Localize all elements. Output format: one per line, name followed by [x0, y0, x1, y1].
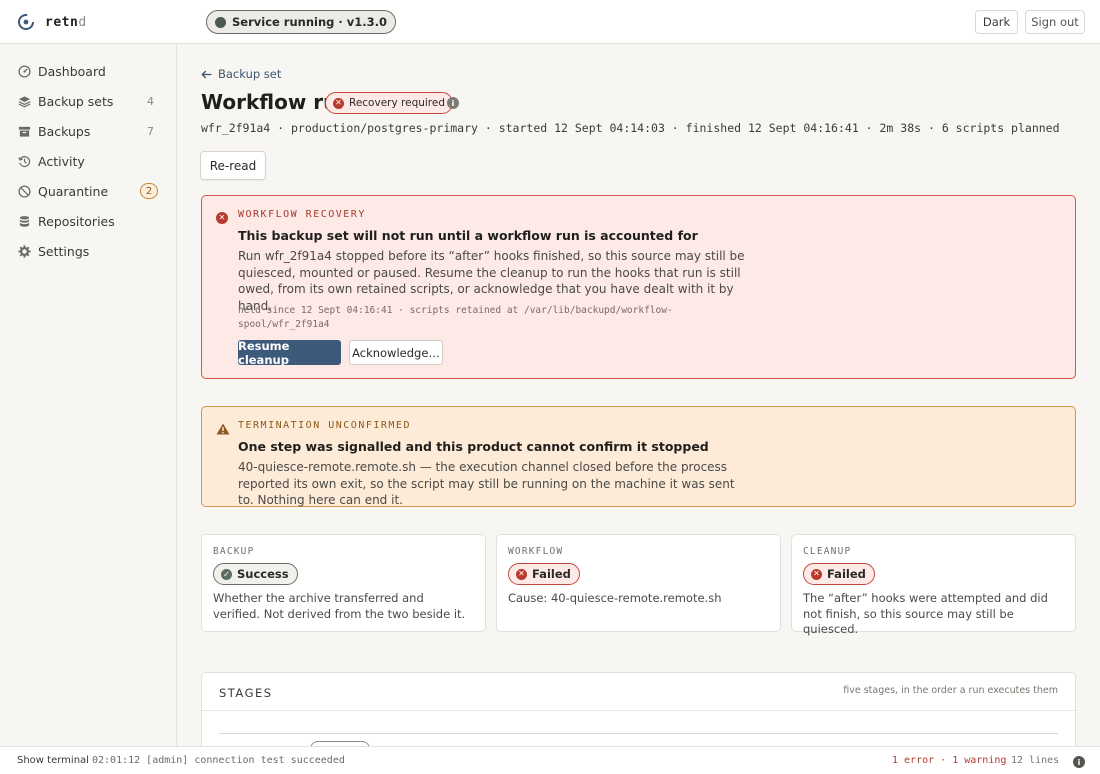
archive-icon — [17, 124, 31, 138]
stages-note: five stages, in the order a run executes… — [843, 685, 1058, 696]
app-logo[interactable]: retnd — [17, 13, 87, 31]
quarantine-count-badge: 2 — [140, 183, 158, 199]
sidebar-item-label: Backup sets — [38, 93, 114, 109]
stages-title: STAGES — [219, 686, 273, 700]
card-description: The “after” hooks were attempted and did… — [803, 591, 1048, 636]
arrow-left-icon — [201, 70, 212, 78]
sidebar-item-label: Repositories — [38, 213, 115, 229]
dashboard-icon — [17, 64, 31, 78]
alert-kicker: TERMINATION UNCONFIRMED — [238, 420, 411, 431]
card-description: Whether the archive transferred and veri… — [213, 591, 466, 621]
terminal-bar: Show terminal 02:01:12 [admin] connectio… — [0, 746, 1100, 774]
sidebar-item-quarantine[interactable]: Quarantine 2 — [0, 179, 176, 203]
warning-icon — [216, 423, 230, 435]
status-dot-icon — [215, 16, 226, 28]
termination-unconfirmed-alert: TERMINATION UNCONFIRMED One step was sig… — [201, 406, 1076, 507]
alert-kicker: WORKFLOW RECOVERY — [238, 209, 366, 220]
sidebar-item-activity[interactable]: Activity — [0, 149, 176, 173]
sidebar-item-label: Settings — [38, 243, 90, 259]
sidebar-item-label: Quarantine — [38, 183, 109, 199]
top-bar: retnd Service running · v1.3.0 Dark Sign… — [0, 0, 1100, 44]
divider — [202, 710, 1075, 711]
alert-body: 40-quiesce-remote.remote.sh — the execut… — [238, 460, 735, 507]
terminal-last-line: 02:01:12 [admin] connection test succeed… — [92, 755, 345, 766]
card-description: Cause: 40-quiesce-remote.remote.sh — [508, 591, 722, 605]
check-icon: ✓ — [221, 568, 232, 580]
sidebar-item-dashboard[interactable]: Dashboard — [0, 59, 176, 83]
back-link-label: Backup set — [218, 67, 282, 81]
layers-icon — [17, 94, 31, 108]
workflow-stage-card: WORKFLOW ✕ Failed Cause: 40-quiesce-remo… — [496, 534, 781, 632]
service-status-label: Service running · v1.3.0 — [232, 15, 388, 29]
status-badge: ✓ Success — [213, 563, 298, 585]
history-icon — [17, 154, 31, 168]
acknowledge-button[interactable]: Acknowledge… — [349, 340, 443, 365]
status-badge: ✕ Recovery required — [325, 92, 454, 114]
sidebar-item-label: Backups — [38, 123, 91, 139]
status-badge-label: Recovery required — [349, 97, 446, 109]
run-meta: wfr_2f91a4 · production/postgres-primary… — [201, 121, 1060, 135]
sidebar-item-count: 4 — [147, 94, 154, 108]
gear-icon — [17, 244, 31, 258]
show-terminal-button[interactable]: Show terminal — [17, 755, 89, 766]
logo-icon — [18, 14, 34, 30]
back-link[interactable]: Backup set — [201, 67, 281, 81]
cleanup-stage-card: CLEANUP ✕ Failed The “after” hooks were … — [791, 534, 1076, 636]
card-kicker: WORKFLOW — [508, 546, 564, 557]
alert-heading: This backup set will not run until a wor… — [238, 228, 698, 243]
info-icon[interactable]: i — [447, 97, 459, 109]
database-icon — [17, 214, 31, 228]
re-read-button[interactable]: Re-read — [200, 151, 266, 180]
alert-retention-note: held since 12 Sept 04:16:41 · scripts re… — [238, 305, 673, 330]
status-label: Success — [237, 567, 289, 581]
main-content: Backup set Workflow run ✕ Recovery requi… — [178, 45, 1100, 746]
sidebar: Dashboard Backup sets 4 Backups 7 Activi… — [0, 44, 177, 746]
stages-track — [219, 733, 1058, 734]
terminal-line-count: 12 lines — [1011, 755, 1060, 766]
sidebar-item-label: Dashboard — [38, 63, 106, 79]
service-status-badge: Service running · v1.3.0 — [206, 10, 397, 34]
sign-out-button[interactable]: Sign out — [1025, 10, 1085, 34]
prohibited-icon — [17, 184, 31, 198]
error-icon: ✕ — [216, 212, 228, 224]
alert-heading: One step was signalled and this product … — [238, 439, 709, 454]
workflow-recovery-alert: ✕ WORKFLOW RECOVERY This backup set will… — [201, 195, 1076, 379]
terminal-issue-counts[interactable]: 1 error · 1 warning — [892, 755, 1006, 766]
status-label: Failed — [532, 567, 571, 581]
sidebar-item-repositories[interactable]: Repositories — [0, 209, 176, 233]
sidebar-item-count: 7 — [147, 124, 154, 138]
stages-panel: STAGES five stages, in the order a run e… — [201, 672, 1076, 746]
error-icon: ✕ — [516, 568, 527, 580]
status-badge: ✕ Failed — [508, 563, 580, 585]
card-kicker: CLEANUP — [803, 546, 852, 557]
error-icon: ✕ — [811, 568, 822, 580]
resume-cleanup-button[interactable]: Resume cleanup — [238, 339, 341, 367]
theme-toggle-button[interactable]: Dark — [975, 10, 1018, 34]
logo-text: retnd — [45, 14, 87, 30]
sidebar-item-backups[interactable]: Backups 7 — [0, 119, 176, 143]
status-badge: ✕ Failed — [803, 563, 875, 585]
sidebar-item-backup-sets[interactable]: Backup sets 4 — [0, 89, 176, 113]
sidebar-item-label: Activity — [38, 153, 85, 169]
backup-stage-card: BACKUP ✓ Success Whether the archive tra… — [201, 534, 486, 632]
card-kicker: BACKUP — [213, 546, 255, 557]
info-icon[interactable]: i — [1073, 756, 1085, 768]
sidebar-item-settings[interactable]: Settings — [0, 239, 176, 263]
status-label: Failed — [827, 567, 866, 581]
error-icon: ✕ — [333, 97, 344, 109]
